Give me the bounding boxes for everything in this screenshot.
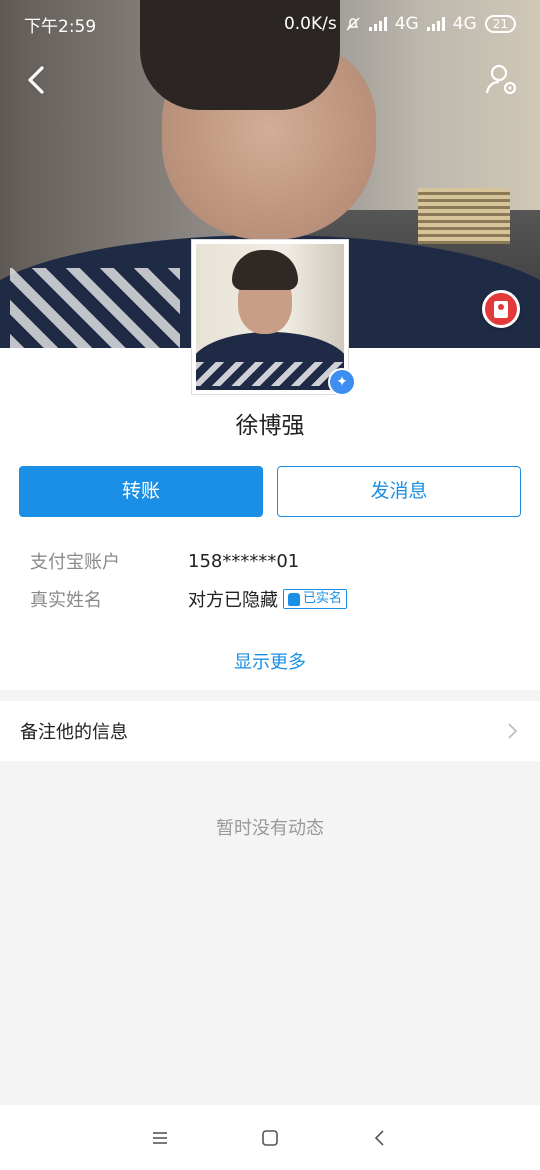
account-row: 支付宝账户 158******01 <box>30 546 510 576</box>
chevron-left-icon <box>28 66 44 94</box>
empty-feed-text: 暂时没有动态 <box>216 818 324 839</box>
mute-bell-icon <box>346 17 360 31</box>
chevron-right-icon <box>508 723 518 739</box>
account-value: 158******01 <box>188 550 300 572</box>
remark-row[interactable]: 备注他的信息 <box>0 701 540 761</box>
signal-bars-icon <box>368 17 387 31</box>
system-nav-bar <box>0 1105 540 1170</box>
avatar[interactable] <box>192 240 348 394</box>
realname-value: 对方已隐藏 <box>188 590 278 611</box>
signal-bars-icon <box>426 17 445 31</box>
profile-screen: 下午2:59 0.0K/s 4G 4G 21 ✦ 徐博强 转账 发消息 支付宝账… <box>0 0 540 1170</box>
network-speed: 0.0K/s <box>283 14 337 34</box>
remark-label: 备注他的信息 <box>20 722 128 743</box>
profile-panel <box>0 348 540 690</box>
verified-badge-label: 已实名 <box>303 591 343 606</box>
signal-type-1: 4G <box>394 14 419 34</box>
red-envelope-icon <box>494 301 508 318</box>
red-envelope-button[interactable] <box>482 290 520 328</box>
home-square-icon[interactable] <box>258 1126 282 1150</box>
realname-label: 真实姓名 <box>30 590 102 611</box>
account-label: 支付宝账户 <box>30 552 120 573</box>
status-bar: 下午2:59 0.0K/s 4G 4G 21 <box>0 0 540 48</box>
star-badge-icon: ✦ <box>328 368 356 396</box>
back-triangle-icon[interactable] <box>368 1126 392 1150</box>
battery-indicator: 21 <box>484 15 516 33</box>
show-more-link[interactable]: 显示更多 <box>0 648 540 674</box>
send-message-button[interactable]: 发消息 <box>277 466 521 517</box>
realname-row: 真实姓名 对方已隐藏 已实名 <box>30 584 510 614</box>
profile-name: 徐博强 <box>235 413 305 439</box>
menu-icon[interactable] <box>148 1126 172 1150</box>
user-settings-icon <box>485 64 517 95</box>
verified-badge: 已实名 <box>283 589 348 609</box>
user-settings-button[interactable] <box>484 62 520 98</box>
status-time: 下午2:59 <box>24 16 97 37</box>
transfer-button[interactable]: 转账 <box>19 466 263 517</box>
id-icon <box>288 592 300 606</box>
back-button[interactable] <box>20 62 56 98</box>
signal-type-2: 4G <box>452 14 477 34</box>
